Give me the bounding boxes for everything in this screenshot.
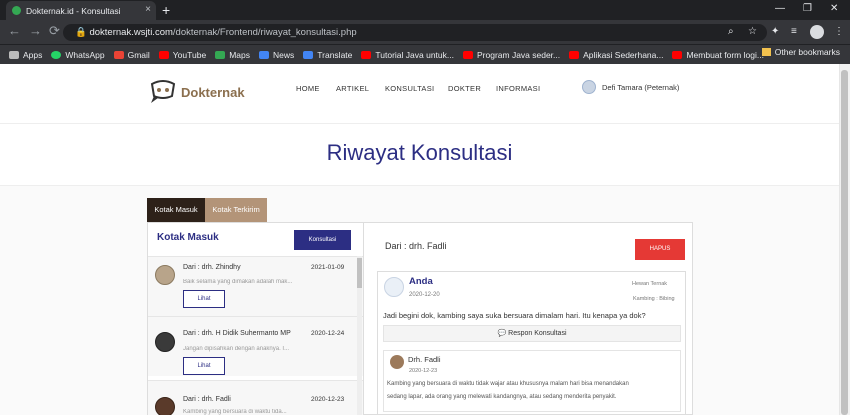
reply-text-line1: Kambing yang bersuara di waktu tidak waj… (387, 381, 629, 387)
doctor-avatar (390, 355, 404, 369)
minimize-button[interactable]: — (775, 3, 785, 14)
reading-list-icon[interactable]: ≡ (791, 24, 797, 40)
gmail-icon (113, 50, 124, 59)
browser-tab[interactable]: Dokternak.id - Konsultasi × (6, 1, 156, 20)
detail-from: Dari : drh. Fadli (385, 241, 447, 251)
close-window-button[interactable]: ✕ (830, 3, 838, 14)
bookmark-gmail[interactable]: Gmail (113, 50, 150, 60)
other-bookmarks[interactable]: Other bookmarks (761, 47, 840, 57)
chat-icon: 💬 (497, 330, 509, 337)
respon-konsultasi-button[interactable]: 💬 Respon Konsultasi (383, 325, 681, 342)
sender-date: 2020-12-20 (409, 292, 440, 298)
bookmark-youtube[interactable]: YouTube (158, 50, 206, 60)
address-bar[interactable]: 🔒 dokternak.wsjti.com/dokternak/Frontend… (63, 24, 767, 41)
close-tab-icon[interactable]: × (145, 4, 151, 15)
hewan-value: Kambing : Bibing (633, 296, 675, 302)
inbox-title: Kotak Masuk (157, 232, 219, 243)
message-preview: Baik selama yang dimakan adalah mak... (183, 279, 293, 285)
reply-date: 2020-12-23 (409, 368, 438, 374)
hapus-button[interactable]: HAPUS (635, 239, 685, 260)
doctor-avatar (155, 265, 175, 285)
message-list-scroll-thumb[interactable] (357, 258, 362, 288)
tab-title: Dokternak.id - Konsultasi (26, 5, 121, 16)
youtube-icon (158, 50, 169, 59)
bookmark-tutorial-java[interactable]: Tutorial Java untuk... (361, 50, 454, 60)
back-button[interactable]: ← (8, 23, 21, 39)
translate-icon (303, 50, 314, 59)
tab-kotak-masuk[interactable]: Kotak Masuk (147, 198, 205, 222)
youtube-icon (672, 50, 683, 59)
news-icon (259, 50, 269, 59)
doctor-avatar (155, 397, 175, 415)
logo-text: Dokternak (181, 84, 245, 100)
bookmark-program-java[interactable]: Program Java seder... (462, 50, 560, 60)
message-date: 2021-01-09 (311, 264, 345, 271)
respon-label: Respon Konsultasi (508, 330, 567, 337)
user-menu[interactable]: Defi Tamara (Peternak) (582, 80, 679, 94)
user-name: Defi Tamara (Peternak) (602, 82, 680, 92)
message-date: 2020-12-23 (311, 396, 345, 403)
logo-cow-icon (150, 80, 176, 103)
lihat-button[interactable]: Lihat (183, 357, 225, 375)
youtube-icon (462, 50, 473, 59)
konsultasi-button[interactable]: Konsultasi (294, 230, 351, 250)
zoom-search-icon[interactable]: ⌕ (728, 24, 734, 40)
youtube-icon (569, 50, 580, 59)
user-avatar (582, 80, 596, 94)
maps-icon (215, 50, 226, 59)
bookmark-apps[interactable]: Apps (9, 50, 42, 60)
forward-button[interactable]: → (29, 23, 42, 39)
folder-icon (761, 48, 771, 56)
message-preview: Kambing yang bersuara di waktu tida... (183, 409, 287, 415)
nav-konsultasi[interactable]: KONSULTASI (385, 84, 434, 93)
doctor-avatar (155, 332, 175, 352)
message-from: Dari : drh. Zhindhy (183, 264, 241, 271)
new-tab-button[interactable]: + (162, 2, 170, 18)
extensions-icon[interactable]: ✦ (771, 24, 779, 40)
nav-artikel[interactable]: ARTIKEL (336, 84, 369, 93)
lock-icon: 🔒 (75, 27, 90, 38)
whatsapp-icon (51, 50, 62, 59)
sender-name: Anda (409, 276, 433, 287)
reply-name: Drh. Fadli (408, 355, 441, 364)
tab-kotak-terkirim[interactable]: Kotak Terkirim (205, 198, 267, 222)
url-path: /dokternak/Frontend/riwayat_konsultasi.p… (172, 27, 357, 38)
bookmark-star-icon[interactable]: ☆ (748, 24, 757, 40)
bookmark-whatsapp[interactable]: WhatsApp (51, 50, 105, 60)
site-favicon-icon (12, 6, 21, 15)
nav-dokter[interactable]: DOKTER (448, 84, 481, 93)
bookmark-maps[interactable]: Maps (215, 50, 250, 60)
hewan-label: Hewan Ternak (632, 281, 668, 287)
url-host: dokternak.wsjti.com (89, 27, 173, 38)
profile-avatar[interactable] (810, 25, 824, 39)
message-from: Dari : drh. Fadli (183, 396, 231, 403)
lihat-button[interactable]: Lihat (183, 290, 225, 308)
bookmark-news[interactable]: News (259, 50, 294, 60)
bookmarks-bar: Apps WhatsApp Gmail YouTube Maps News Tr… (0, 44, 850, 64)
page-title: Riwayat Konsultasi (326, 140, 513, 165)
sender-avatar (384, 277, 404, 297)
consultation-question: Jadi begini dok, kambing saya suka bersu… (383, 311, 646, 320)
message-from: Dari : drh. H Didik Suhermanto MP (183, 330, 291, 337)
bookmark-aplikasi[interactable]: Aplikasi Sederhana... (569, 50, 663, 60)
nav-informasi[interactable]: INFORMASI (496, 84, 540, 93)
bookmark-form-login[interactable]: Membuat form logi... (672, 50, 764, 60)
message-preview: Jangan dipisahkan dengan anaknya. I... (183, 346, 290, 352)
message-date: 2020-12-24 (311, 330, 345, 337)
youtube-icon (361, 50, 372, 59)
reload-button[interactable]: ⟳ (49, 23, 60, 39)
menu-kebab-icon[interactable]: ⋮ (834, 24, 844, 40)
site-logo[interactable]: Dokternak (148, 78, 245, 106)
page-scroll-thumb[interactable] (841, 70, 848, 415)
apps-icon (9, 50, 19, 59)
restore-button[interactable]: ❐ (803, 3, 812, 14)
bookmark-translate[interactable]: Translate (303, 50, 352, 60)
reply-text-line2: sedang lapar, ada orang yang melewati ka… (387, 394, 617, 400)
nav-home[interactable]: HOME (296, 84, 320, 93)
site-navbar (0, 64, 839, 124)
